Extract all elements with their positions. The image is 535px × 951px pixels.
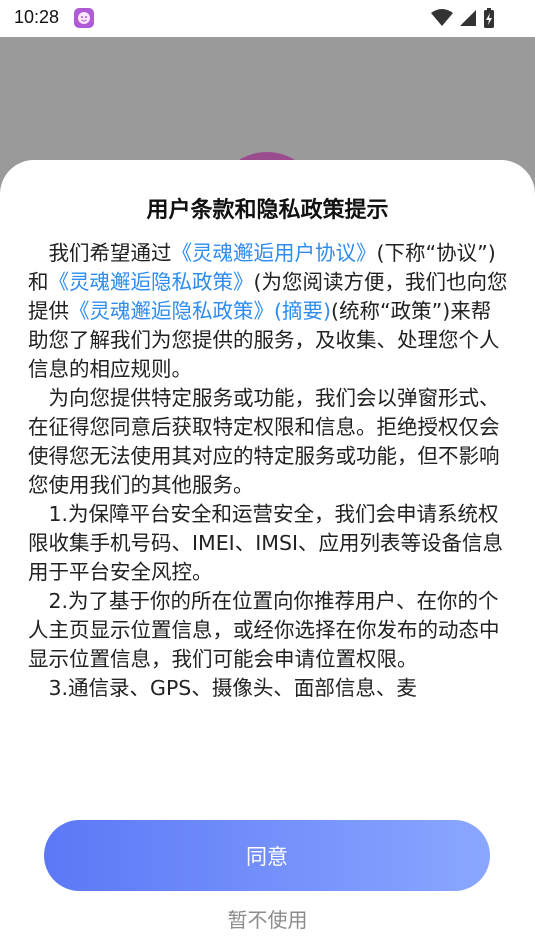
status-icons	[431, 8, 495, 32]
signal-icon	[459, 9, 477, 31]
battery-icon	[483, 8, 495, 32]
policy-paragraph-location: 2.为了基于你的所在位置向你推荐用户、在你的个人主页显示位置信息，或经你选择在你…	[28, 589, 500, 671]
status-time: 10:28	[14, 7, 60, 27]
user-agreement-link[interactable]: 《灵魂邂逅用户协议》	[172, 241, 377, 265]
wifi-icon	[431, 9, 453, 31]
status-bar: 10:28	[0, 0, 535, 37]
privacy-summary-link[interactable]: 《灵魂邂逅隐私政策》(摘要)	[69, 299, 331, 323]
policy-paragraph-permissions: 为向您提供特定服务或功能，我们会以弹窗形式、在征得您同意后获取特定权限和信息。拒…	[28, 386, 500, 497]
intro-text-1: 我们希望通过	[48, 241, 172, 265]
policy-paragraph-intro: 我们希望通过《灵魂邂逅用户协议》(下称“协议”)和《灵魂邂逅隐私政策》(为您阅读…	[28, 239, 508, 384]
policy-paragraph-more: 3.通信录、GPS、摄像头、面部信息、麦	[48, 676, 417, 700]
policy-content[interactable]: 我们希望通过《灵魂邂逅用户协议》(下称“协议”)和《灵魂邂逅隐私政策》(为您阅读…	[28, 239, 508, 791]
dialog-title: 用户条款和隐私政策提示	[146, 198, 389, 223]
policy-paragraph-device: 1.为保障平台安全和运营安全，我们会申请系统权限收集手机号码、IMEI、IMSI…	[28, 502, 504, 584]
privacy-dialog: 用户条款和隐私政策提示 我们希望通过《灵魂邂逅用户协议》(下称“协议”)和《灵魂…	[0, 160, 535, 951]
privacy-policy-link[interactable]: 《灵魂邂逅隐私政策》	[49, 270, 254, 294]
decline-button[interactable]: 暂不使用	[0, 904, 535, 933]
agree-button[interactable]: 同意	[44, 820, 490, 891]
app-notification-icon	[74, 8, 94, 28]
